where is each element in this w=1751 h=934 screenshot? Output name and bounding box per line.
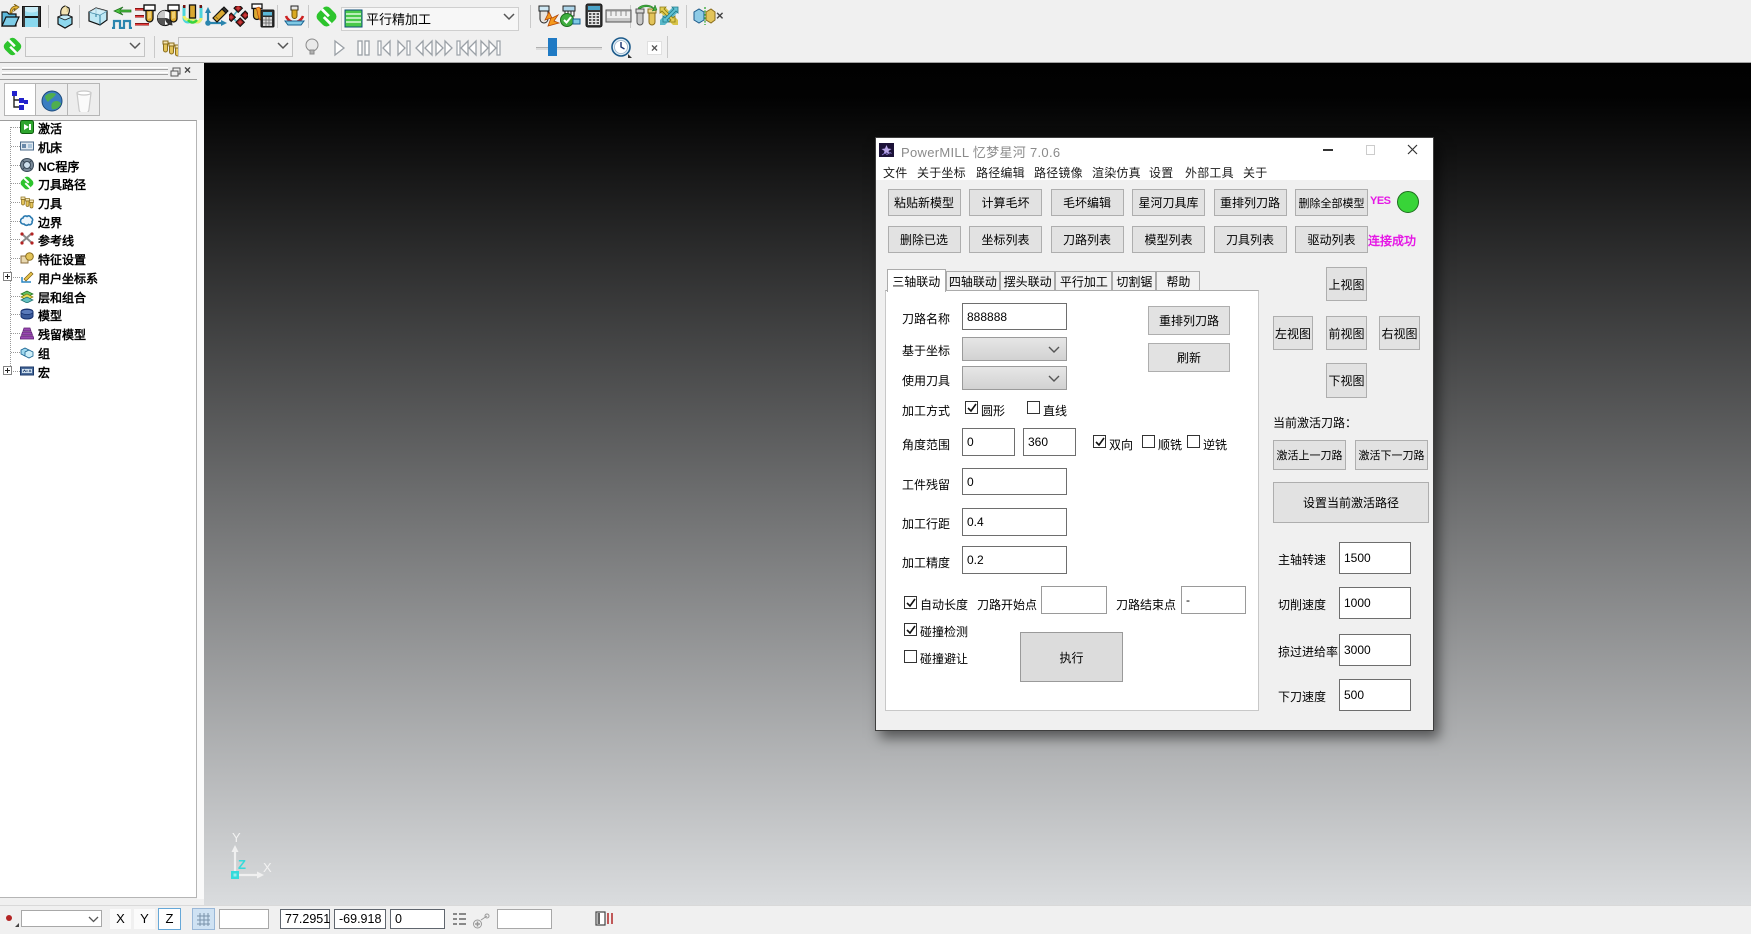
svg-text:X: X: [263, 860, 272, 875]
svg-text:Z: Z: [238, 857, 246, 872]
svg-text:Y: Y: [232, 830, 241, 845]
